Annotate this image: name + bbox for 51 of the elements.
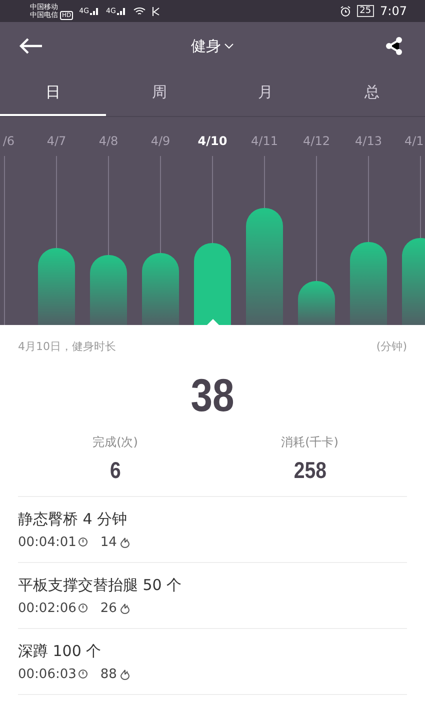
chevron-down-icon [224,43,234,49]
flame-icon [120,536,130,548]
summary-caption: 4月10日，健身时长 [18,339,116,354]
day-label[interactable]: 4/1 [404,134,424,148]
day-bar[interactable] [194,243,231,325]
workout-calories: 26 [100,600,117,616]
stat-label: 消耗(千卡) [281,434,338,451]
unit-label: (分钟) [376,339,407,354]
day-label[interactable]: 4/7 [46,134,66,148]
period-tab[interactable]: 总 [318,70,425,116]
day-label[interactable]: 4/13 [355,134,382,148]
k-icon [152,6,160,16]
wifi-icon [132,6,146,16]
clock-time: 7:07 [380,4,407,18]
workout-duration: 00:06:03 [18,666,76,682]
day-bar[interactable] [90,255,127,325]
flame-icon [120,602,130,614]
alarm-icon [340,6,351,16]
signal-icon [90,7,100,15]
day-label[interactable]: 4/8 [98,134,118,148]
day-bar[interactable] [350,242,387,325]
day-label[interactable]: 4/12 [303,134,330,148]
battery-level: 25 [356,5,374,17]
workout-duration: 00:04:01 [18,534,76,550]
clock-icon [78,603,88,613]
duration-value: 38 [190,368,236,422]
stat-label: 完成(次) [92,434,138,451]
clock-icon [78,669,88,679]
flame-icon [120,668,130,680]
workout-name: 静态臀桥 4 分钟 [18,510,128,528]
day-bar[interactable] [246,208,283,325]
workout-duration: 00:02:06 [18,600,76,616]
day-label[interactable]: /6 [2,134,14,148]
day-label[interactable]: 4/11 [251,134,278,148]
day-bar[interactable] [142,253,179,325]
day-label[interactable]: 4/10 [198,134,228,148]
title-dropdown[interactable]: 健身 [191,36,234,56]
signal-icon [116,7,127,15]
workout-name: 平板支撑交替抬腿 50 个 [18,576,183,594]
day-label[interactable]: 4/9 [150,134,170,148]
workout-calories: 88 [100,666,117,682]
clock-icon [78,537,88,547]
day-bar[interactable] [298,281,335,325]
workout-name: 深蹲 100 个 [18,642,102,660]
day-bar[interactable] [38,248,75,325]
period-tab[interactable]: 周 [106,70,212,116]
period-tab[interactable]: 月 [212,70,319,116]
stat-value: 6 [110,457,121,484]
selected-marker-icon [207,319,219,325]
stat-value: 258 [293,457,326,484]
workout-calories: 14 [100,534,117,550]
